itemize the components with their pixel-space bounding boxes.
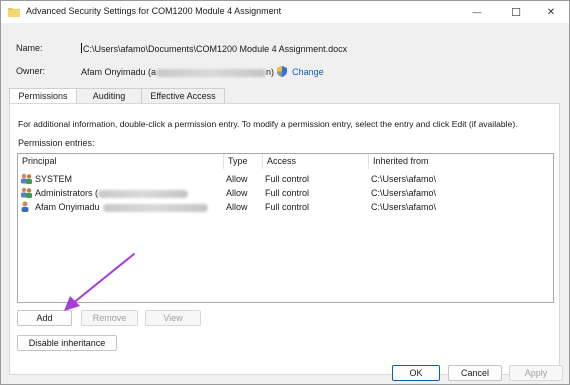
add-button[interactable]: Add: [17, 310, 72, 326]
dialog-body: Name: C:\Users\afamo\Documents\COM1200 M…: [1, 23, 569, 384]
maximize-button[interactable]: ☐: [498, 1, 534, 23]
change-owner-link[interactable]: Change: [292, 67, 324, 77]
owner-name: Afam Onyimadu (a: [81, 67, 157, 77]
principal-name: SYSTEM: [35, 174, 73, 184]
view-button[interactable]: View: [145, 310, 201, 326]
security-settings-window: Advanced Security Settings for COM1200 M…: [0, 0, 570, 385]
window-title: Advanced Security Settings for COM1200 M…: [26, 6, 282, 16]
ok-button[interactable]: OK: [392, 365, 440, 381]
info-text: For additional information, double-click…: [18, 119, 518, 129]
disable-inheritance-button[interactable]: Disable inheritance: [17, 335, 117, 351]
redacted-email: [156, 68, 267, 77]
type-cell: Allow: [226, 202, 248, 212]
title-bar[interactable]: Advanced Security Settings for COM1200 M…: [1, 1, 569, 23]
principal-cell: SYSTEM: [20, 172, 72, 186]
type-cell: Allow: [226, 174, 248, 184]
type-cell: Allow: [226, 188, 248, 198]
table-row[interactable]: Afam Onyimadu Allow Full control C:\User…: [18, 200, 553, 214]
access-cell: Full control: [265, 188, 310, 198]
close-button[interactable]: ✕: [533, 1, 569, 23]
remove-button[interactable]: Remove: [81, 310, 138, 326]
tab-auditing[interactable]: Auditing: [76, 88, 142, 103]
principal-cell: Afam Onyimadu: [20, 200, 208, 214]
column-header-inherited-from[interactable]: Inherited from: [369, 154, 553, 169]
column-header-principal[interactable]: Principal: [18, 154, 224, 169]
cancel-button[interactable]: Cancel: [448, 365, 502, 381]
text-caret: [81, 43, 82, 53]
name-path: C:\Users\afamo\Documents\COM1200 Module …: [83, 44, 348, 54]
maximize-icon: ☐: [511, 6, 521, 19]
group-icon: [21, 173, 32, 184]
minimize-button[interactable]: —: [459, 1, 495, 23]
access-cell: Full control: [265, 174, 310, 184]
inherited-cell: C:\Users\afamo\: [371, 188, 437, 198]
principal-name: Administrators (: [35, 188, 99, 198]
inherited-cell: C:\Users\afamo\: [371, 174, 437, 184]
column-header-type[interactable]: Type: [224, 154, 263, 169]
uac-shield-icon: [276, 66, 287, 77]
name-value[interactable]: C:\Users\afamo\Documents\COM1200 Module …: [81, 43, 347, 54]
apply-button[interactable]: Apply: [509, 365, 563, 381]
redacted-text: [102, 203, 208, 212]
permissions-panel: For additional information, double-click…: [9, 103, 560, 375]
permission-entries-label: Permission entries:: [18, 138, 95, 148]
minimize-icon: —: [472, 7, 482, 17]
principal-cell: Administrators (: [20, 186, 189, 200]
folder-icon: [8, 8, 20, 17]
table-row[interactable]: SYSTEM Allow Full control C:\Users\afamo…: [18, 172, 553, 186]
inherited-cell: C:\Users\afamo\: [371, 202, 437, 212]
principal-name: Afam Onyimadu: [35, 202, 100, 212]
user-icon: [21, 201, 29, 212]
name-label: Name:: [16, 43, 43, 53]
redacted-text: [98, 189, 189, 198]
table-row[interactable]: Administrators ( Allow Full control C:\U…: [18, 186, 553, 200]
owner-label: Owner:: [16, 66, 46, 76]
access-cell: Full control: [265, 202, 310, 212]
permission-entries-list[interactable]: Principal Type Access Inherited from SYS…: [17, 153, 554, 303]
owner-value: Afam Onyimadu (a n) Change: [81, 66, 324, 77]
tab-effective-access[interactable]: Effective Access: [141, 88, 225, 103]
column-header-access[interactable]: Access: [263, 154, 369, 169]
tab-permissions[interactable]: Permissions: [9, 88, 77, 104]
owner-suffix: n): [266, 67, 275, 77]
group-icon: [21, 187, 32, 198]
close-icon: ✕: [546, 6, 556, 18]
